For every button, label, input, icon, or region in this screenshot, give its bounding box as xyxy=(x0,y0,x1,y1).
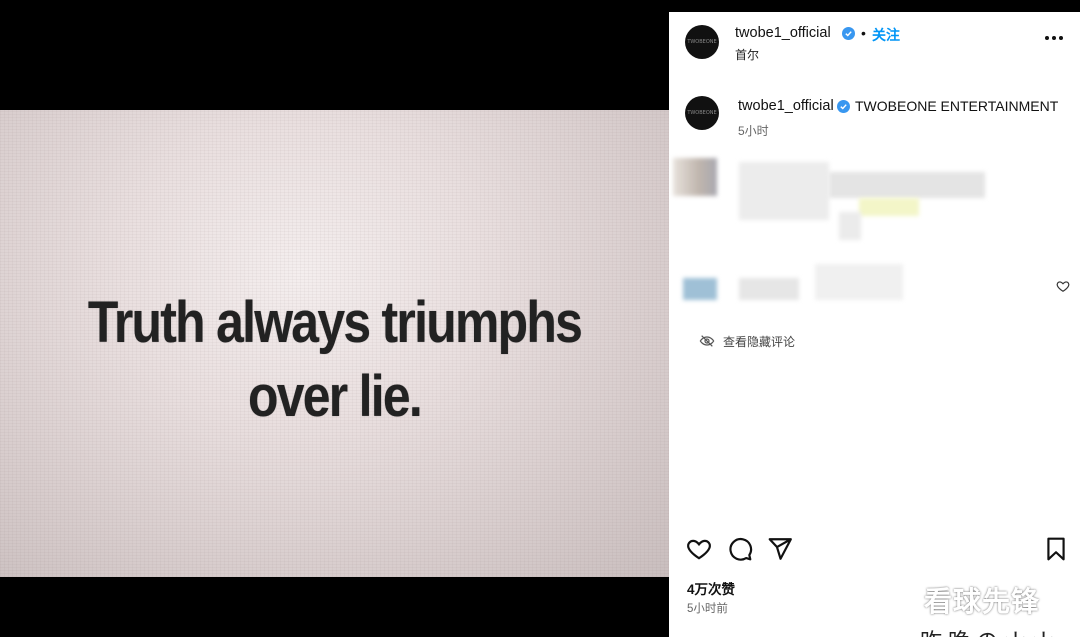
comment-text-blurred xyxy=(839,212,861,240)
like-count[interactable]: 4万次赞 xyxy=(687,578,735,598)
verified-icon xyxy=(842,27,855,40)
header-separator: • xyxy=(861,25,866,41)
more-icon[interactable] xyxy=(1045,36,1063,42)
comment-like-heart-icon[interactable] xyxy=(1056,279,1070,293)
poster-text-line2: over lie. xyxy=(247,364,423,429)
header-username[interactable]: twobe1_official xyxy=(735,25,831,41)
avatar-logo-text: TWOBEONE xyxy=(687,39,717,45)
post-media[interactable]: Truth always triumphs over lie. xyxy=(0,0,669,637)
like-button[interactable] xyxy=(686,536,712,562)
caption-text: TWOBEONE ENTERTAINMENT xyxy=(855,98,1059,114)
post-timestamp: 5小时前 xyxy=(687,603,728,615)
bookmark-icon xyxy=(1047,537,1065,561)
save-button[interactable] xyxy=(1043,536,1069,562)
avatar-logo-text: TWOBEONE xyxy=(687,110,717,116)
comment-icon xyxy=(729,538,753,561)
share-icon xyxy=(768,538,792,560)
comment-text-blurred xyxy=(739,162,829,220)
comment-text-blurred xyxy=(829,172,985,198)
post-side-panel: TWOBEONE twobe1_official • 关注 首尔 TWOBEON… xyxy=(669,12,1080,637)
comment-text-blurred xyxy=(815,264,903,300)
caption-avatar[interactable]: TWOBEONE xyxy=(685,96,719,130)
comment-text-blurred xyxy=(739,278,799,300)
heart-icon xyxy=(687,539,711,560)
eye-off-icon xyxy=(699,335,715,347)
caption-username[interactable]: twobe1_official xyxy=(738,98,834,114)
header-location[interactable]: 首尔 xyxy=(735,46,759,63)
comment-avatar-blurred[interactable] xyxy=(673,158,717,196)
comment-highlight-blurred xyxy=(859,198,919,216)
verified-icon xyxy=(837,100,850,113)
poster-text-line1: Truth always triumphs xyxy=(87,290,583,355)
caption-time: 5小时 xyxy=(738,124,769,138)
hidden-comments-label[interactable]: 查看隐藏评论 xyxy=(723,333,795,350)
view-hidden-comments[interactable]: 查看隐藏评论 xyxy=(699,332,795,350)
post-actions xyxy=(686,536,1066,562)
header-avatar[interactable]: TWOBEONE xyxy=(685,25,719,59)
share-button[interactable] xyxy=(767,536,793,562)
comment-button[interactable] xyxy=(727,536,753,562)
follow-button[interactable]: 关注 xyxy=(872,25,900,45)
comment-avatar-blurred[interactable] xyxy=(683,278,717,300)
cropped-bottom-text: 昨晚のナナ xyxy=(920,624,1060,637)
post-image[interactable]: Truth always triumphs over lie. xyxy=(0,110,669,577)
watermark: 看球先锋 xyxy=(924,585,1041,618)
